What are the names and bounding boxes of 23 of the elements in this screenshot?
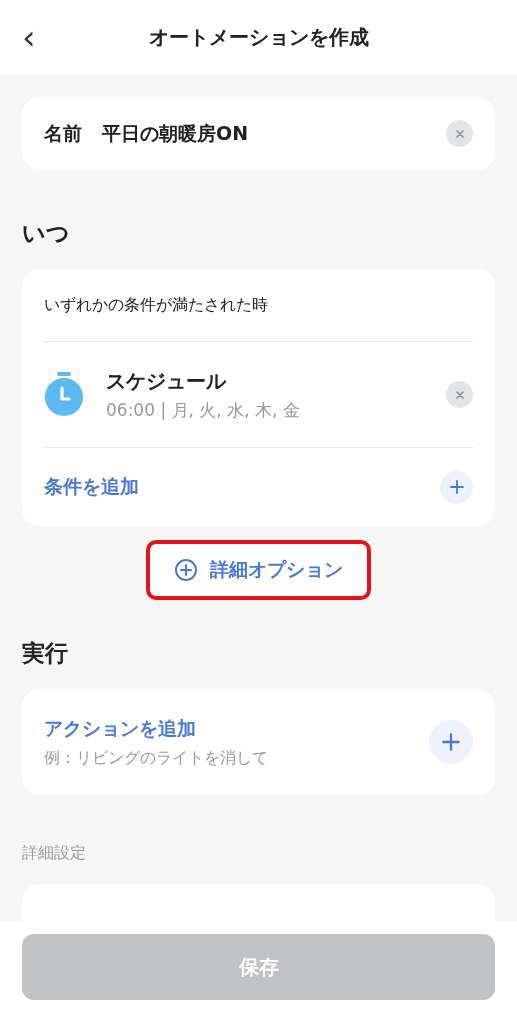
add-action-link[interactable]: アクションを追加: [44, 715, 196, 742]
clear-button[interactable]: [446, 120, 473, 147]
condition-title[interactable]: スケジュール: [106, 367, 226, 395]
action-hint: 例：リビングのライトを消して: [44, 747, 268, 769]
back-button[interactable]: ‹: [22, 20, 36, 54]
page-title: オートメーションを作成: [148, 24, 369, 51]
close-icon: [454, 389, 465, 400]
name-field[interactable]: 名前 平日の朝暖房ON: [22, 97, 495, 170]
plus-icon: [442, 733, 460, 751]
condition-mode[interactable]: いずれかの条件が満たされた時: [44, 294, 268, 316]
close-icon: [454, 128, 465, 139]
advanced-options-button[interactable]: 詳細オプション: [146, 540, 371, 600]
add-condition-link[interactable]: 条件を追加: [44, 474, 139, 500]
plus-circle-icon: [174, 558, 198, 582]
stopwatch-icon: [44, 372, 84, 417]
add-condition-button[interactable]: [440, 470, 473, 504]
plus-icon: [449, 480, 464, 494]
section-heading: いつ: [22, 219, 70, 248]
clear-button[interactable]: [446, 381, 473, 408]
add-action-button[interactable]: [429, 720, 473, 764]
section-heading: 詳細設定: [22, 843, 86, 864]
condition-detail: 06:00 | 月, 火, 水, 木, 金: [106, 398, 300, 422]
section-heading: 実行: [22, 639, 68, 668]
